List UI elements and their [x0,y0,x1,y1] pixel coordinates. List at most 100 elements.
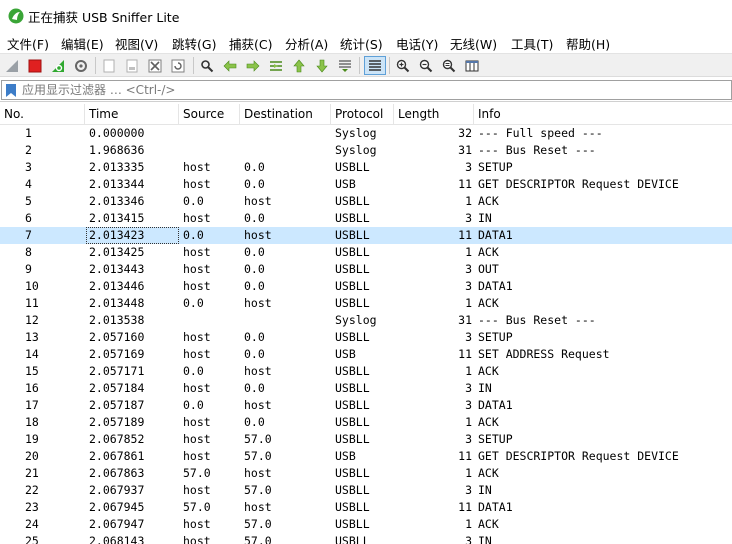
go-last-icon[interactable] [312,56,332,75]
packet-row[interactable]: 2 1.968636 Syslog 31 --- Bus Reset --- [0,142,732,159]
column-header-time[interactable]: Time [85,104,179,125]
menu-tools[interactable]: 工具(T) [511,34,553,53]
packet-row[interactable]: 6 2.013415 host 0.0 USBLL 3 IN [0,210,732,227]
autoscroll-icon[interactable] [335,56,355,75]
restart-capture-icon[interactable] [48,56,68,75]
packet-number: 14 [25,347,39,361]
zoom-out-icon[interactable] [416,56,436,75]
zoom-in-icon[interactable] [393,56,413,75]
menu-analyze[interactable]: 分析(A) [285,34,328,53]
packet-length: 31 [458,143,472,157]
menu-capture[interactable]: 捕获(C) [229,34,272,53]
menu-file[interactable]: 文件(F) [7,34,49,53]
title-bar: 正在捕获 USB Sniffer Lite [0,0,732,31]
packet-destination: 0.0 [244,381,265,395]
packet-row[interactable]: 14 2.057169 host 0.0 USB 11 SET ADDRESS Reques… [0,346,732,363]
menu-go[interactable]: 跳转(G) [172,34,216,53]
packet-number: 8 [25,245,32,259]
packet-row[interactable]: 20 2.067861 host 57.0 USB 11 GET DESCRIPTOR Re… [0,448,732,465]
packet-source: host [183,381,211,395]
column-header-no[interactable]: No. [0,104,85,125]
packet-source: host [183,279,211,293]
packet-row[interactable]: 17 2.057187 0.0 host USBLL 3 DATA1 [0,397,732,414]
packet-row[interactable]: 5 2.013346 0.0 host USBLL 1 ACK [0,193,732,210]
packet-row[interactable]: 13 2.057160 host 0.0 USBLL 3 SETUP [0,329,732,346]
packet-row[interactable]: 24 2.067947 host 57.0 USBLL 1 ACK [0,516,732,533]
packet-info: OUT [478,262,499,276]
packet-time: 2.067863 [89,466,145,480]
packet-row[interactable]: 21 2.067863 57.0 host USBLL 1 ACK [0,465,732,482]
packet-row[interactable]: 12 2.013538 Syslog 31 --- Bus Reset --- [0,312,732,329]
packet-row[interactable]: 8 2.013425 host 0.0 USBLL 1 ACK [0,244,732,261]
packet-row[interactable]: 7 2.013423 0.0 host USBLL 11 DATA1 [0,227,732,244]
packet-time: 2.057169 [89,347,145,361]
packet-row[interactable]: 25 2.068143 host 57.0 USBLL 3 IN [0,533,732,544]
packet-row[interactable]: 1 0.000000 Syslog 32 --- Full speed --- [0,125,732,142]
packet-row[interactable]: 9 2.013443 host 0.0 USBLL 3 OUT [0,261,732,278]
colorize-icon[interactable] [364,56,386,75]
resize-columns-icon[interactable] [462,56,482,75]
packet-time: 1.968636 [89,143,145,157]
menu-telephony[interactable]: 电话(Y) [396,34,438,53]
packet-protocol: USBLL [335,364,370,378]
column-header-protocol[interactable]: Protocol [331,104,394,125]
menu-wireless[interactable]: 无线(W) [450,34,497,53]
packet-source: 0.0 [183,364,204,378]
menu-statistics[interactable]: 统计(S) [340,34,383,53]
packet-number: 25 [25,534,39,544]
packet-row[interactable]: 3 2.013335 host 0.0 USBLL 3 SETUP [0,159,732,176]
packet-source: host [183,483,211,497]
capture-options-gear-icon[interactable] [71,56,91,75]
packet-row[interactable]: 22 2.067937 host 57.0 USBLL 3 IN [0,482,732,499]
packet-row[interactable]: 19 2.067852 host 57.0 USBLL 3 SETUP [0,431,732,448]
packet-time: 2.013344 [89,177,145,191]
packet-row[interactable]: 4 2.013344 host 0.0 USB 11 GET DESCRIPTOR Requ… [0,176,732,193]
packet-info: DATA1 [478,398,513,412]
packet-info: IN [478,534,492,544]
packet-destination: 0.0 [244,262,265,276]
packet-length: 11 [458,228,472,242]
menu-view[interactable]: 视图(V) [115,34,158,53]
open-file-icon[interactable] [99,56,119,75]
save-file-icon[interactable] [122,56,142,75]
packet-info: ACK [478,415,499,429]
packet-info: --- Bus Reset --- [478,143,596,157]
reload-icon[interactable] [168,56,188,75]
shark-fin-start-icon[interactable] [2,56,22,75]
packet-destination: 0.0 [244,279,265,293]
packet-row[interactable]: 11 2.013448 0.0 host USBLL 1 ACK [0,295,732,312]
packet-time: 2.057160 [89,330,145,344]
find-packet-icon[interactable] [197,56,217,75]
packet-time: 2.057171 [89,364,145,378]
column-header-length[interactable]: Length [394,104,474,125]
packet-row[interactable]: 18 2.057189 host 0.0 USBLL 1 ACK [0,414,732,431]
packet-length: 1 [465,364,472,378]
packet-destination: 57.0 [244,449,272,463]
filter-bookmark-icon[interactable] [5,83,17,98]
packet-info: ACK [478,194,499,208]
menu-help[interactable]: 帮助(H) [566,34,610,53]
packet-length: 1 [465,466,472,480]
packet-row[interactable]: 10 2.013446 host 0.0 USBLL 3 DATA1 [0,278,732,295]
column-header-info[interactable]: Info [474,104,732,125]
packet-source: host [183,245,211,259]
packet-row[interactable]: 15 2.057171 0.0 host USBLL 1 ACK [0,363,732,380]
menu-edit[interactable]: 编辑(E) [61,34,104,53]
packet-length: 31 [458,313,472,327]
packet-number: 23 [25,500,39,514]
go-back-icon[interactable] [220,56,240,75]
go-forward-icon[interactable] [243,56,263,75]
packet-info: IN [478,381,492,395]
packet-row[interactable]: 16 2.057184 host 0.0 USBLL 3 IN [0,380,732,397]
close-file-icon[interactable] [145,56,165,75]
column-header-destination[interactable]: Destination [240,104,331,125]
stop-square-icon[interactable] [25,56,45,75]
column-header-source[interactable]: Source [179,104,240,125]
packet-row[interactable]: 23 2.067945 57.0 host USBLL 11 DATA1 [0,499,732,516]
go-to-packet-icon[interactable] [266,56,286,75]
packet-info: SETUP [478,330,513,344]
go-first-icon[interactable] [289,56,309,75]
packet-protocol: USBLL [335,500,370,514]
zoom-normal-icon[interactable] [439,56,459,75]
display-filter-input[interactable] [22,82,712,98]
